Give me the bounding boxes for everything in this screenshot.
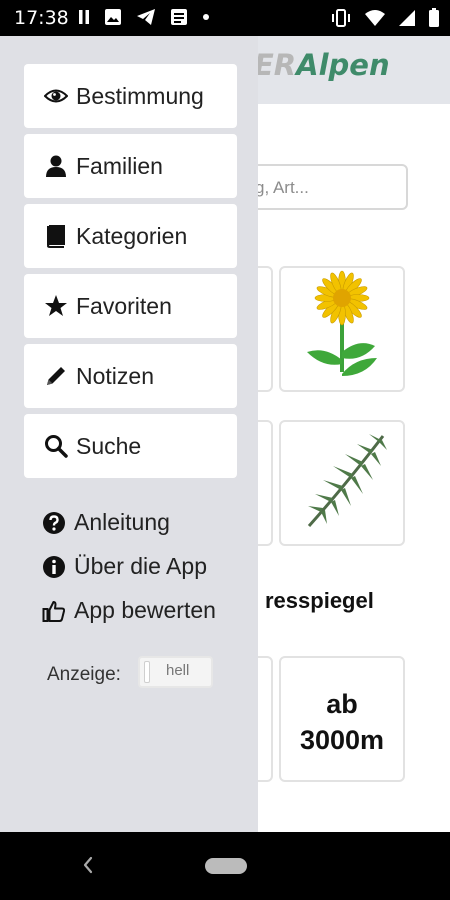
plant-tile-flower[interactable] — [279, 266, 405, 392]
link-label: App bewerten — [74, 597, 216, 623]
yellow-flower-icon — [307, 270, 377, 376]
display-mode-label: Anzeige: — [47, 664, 121, 685]
thumbs-up-icon — [42, 600, 66, 622]
book-icon — [46, 225, 65, 248]
link-label: Anleitung — [74, 509, 170, 535]
news-icon — [171, 9, 187, 25]
plant-tile-fern[interactable] — [279, 420, 405, 546]
star-icon — [45, 295, 67, 316]
back-icon[interactable] — [80, 854, 96, 876]
info-circle-icon — [43, 555, 65, 578]
menu-item-label: Bestimmung — [76, 82, 204, 109]
menu-item-label: Kategorien — [76, 222, 188, 249]
menu-item-label: Suche — [76, 432, 142, 459]
app-logo: ERAlpen — [254, 48, 390, 82]
display-mode-toggle[interactable]: hell — [138, 656, 213, 688]
navigation-drawer: Bestimmung Familien Kategorien Favoriten… — [0, 36, 258, 832]
menu-item-label: Notizen — [76, 362, 154, 389]
menu-item-suche[interactable]: Suche — [24, 414, 237, 478]
pause-icon — [79, 10, 89, 24]
toggle-knob — [144, 661, 150, 683]
system-nav-bar — [0, 832, 450, 900]
link-ueber-die-app[interactable]: Über die App — [42, 553, 207, 580]
menu-item-kategorien[interactable]: Kategorien — [24, 204, 237, 268]
dot-icon — [203, 14, 209, 20]
altitude-tile-3000m[interactable]: ab 3000m — [279, 656, 405, 782]
home-pill-icon[interactable] — [205, 858, 247, 874]
help-circle-icon — [43, 511, 65, 534]
menu-item-notizen[interactable]: Notizen — [24, 344, 237, 408]
pencil-icon — [47, 367, 65, 385]
image-icon — [105, 9, 121, 25]
menu-item-bestimmung[interactable]: Bestimmung — [24, 64, 237, 128]
menu-item-label: Familien — [76, 152, 163, 179]
link-label: Über die App — [74, 553, 207, 579]
fern-icon — [307, 434, 387, 528]
link-anleitung[interactable]: Anleitung — [42, 509, 170, 536]
menu-item-label: Favoriten — [76, 292, 172, 319]
signal-icon — [399, 10, 415, 26]
search-placeholder: g, Art... — [255, 178, 309, 197]
menu-item-favoriten[interactable]: Favoriten — [24, 274, 237, 338]
link-app-bewerten[interactable]: App bewerten — [42, 597, 216, 624]
vibrate-icon — [332, 9, 350, 27]
search-icon — [45, 435, 68, 458]
telegram-icon — [137, 9, 155, 25]
battery-icon — [429, 8, 439, 27]
menu-item-familien[interactable]: Familien — [24, 134, 237, 198]
status-time: 17:38 — [14, 7, 69, 29]
status-bar: 17:38 — [0, 0, 450, 36]
wifi-icon — [365, 10, 385, 26]
altitude-tile-label: ab 3000m — [299, 689, 385, 755]
section-title: resspiegel — [265, 588, 374, 613]
eye-icon — [44, 89, 68, 103]
toggle-value: hell — [166, 662, 190, 679]
person-icon — [46, 155, 66, 177]
